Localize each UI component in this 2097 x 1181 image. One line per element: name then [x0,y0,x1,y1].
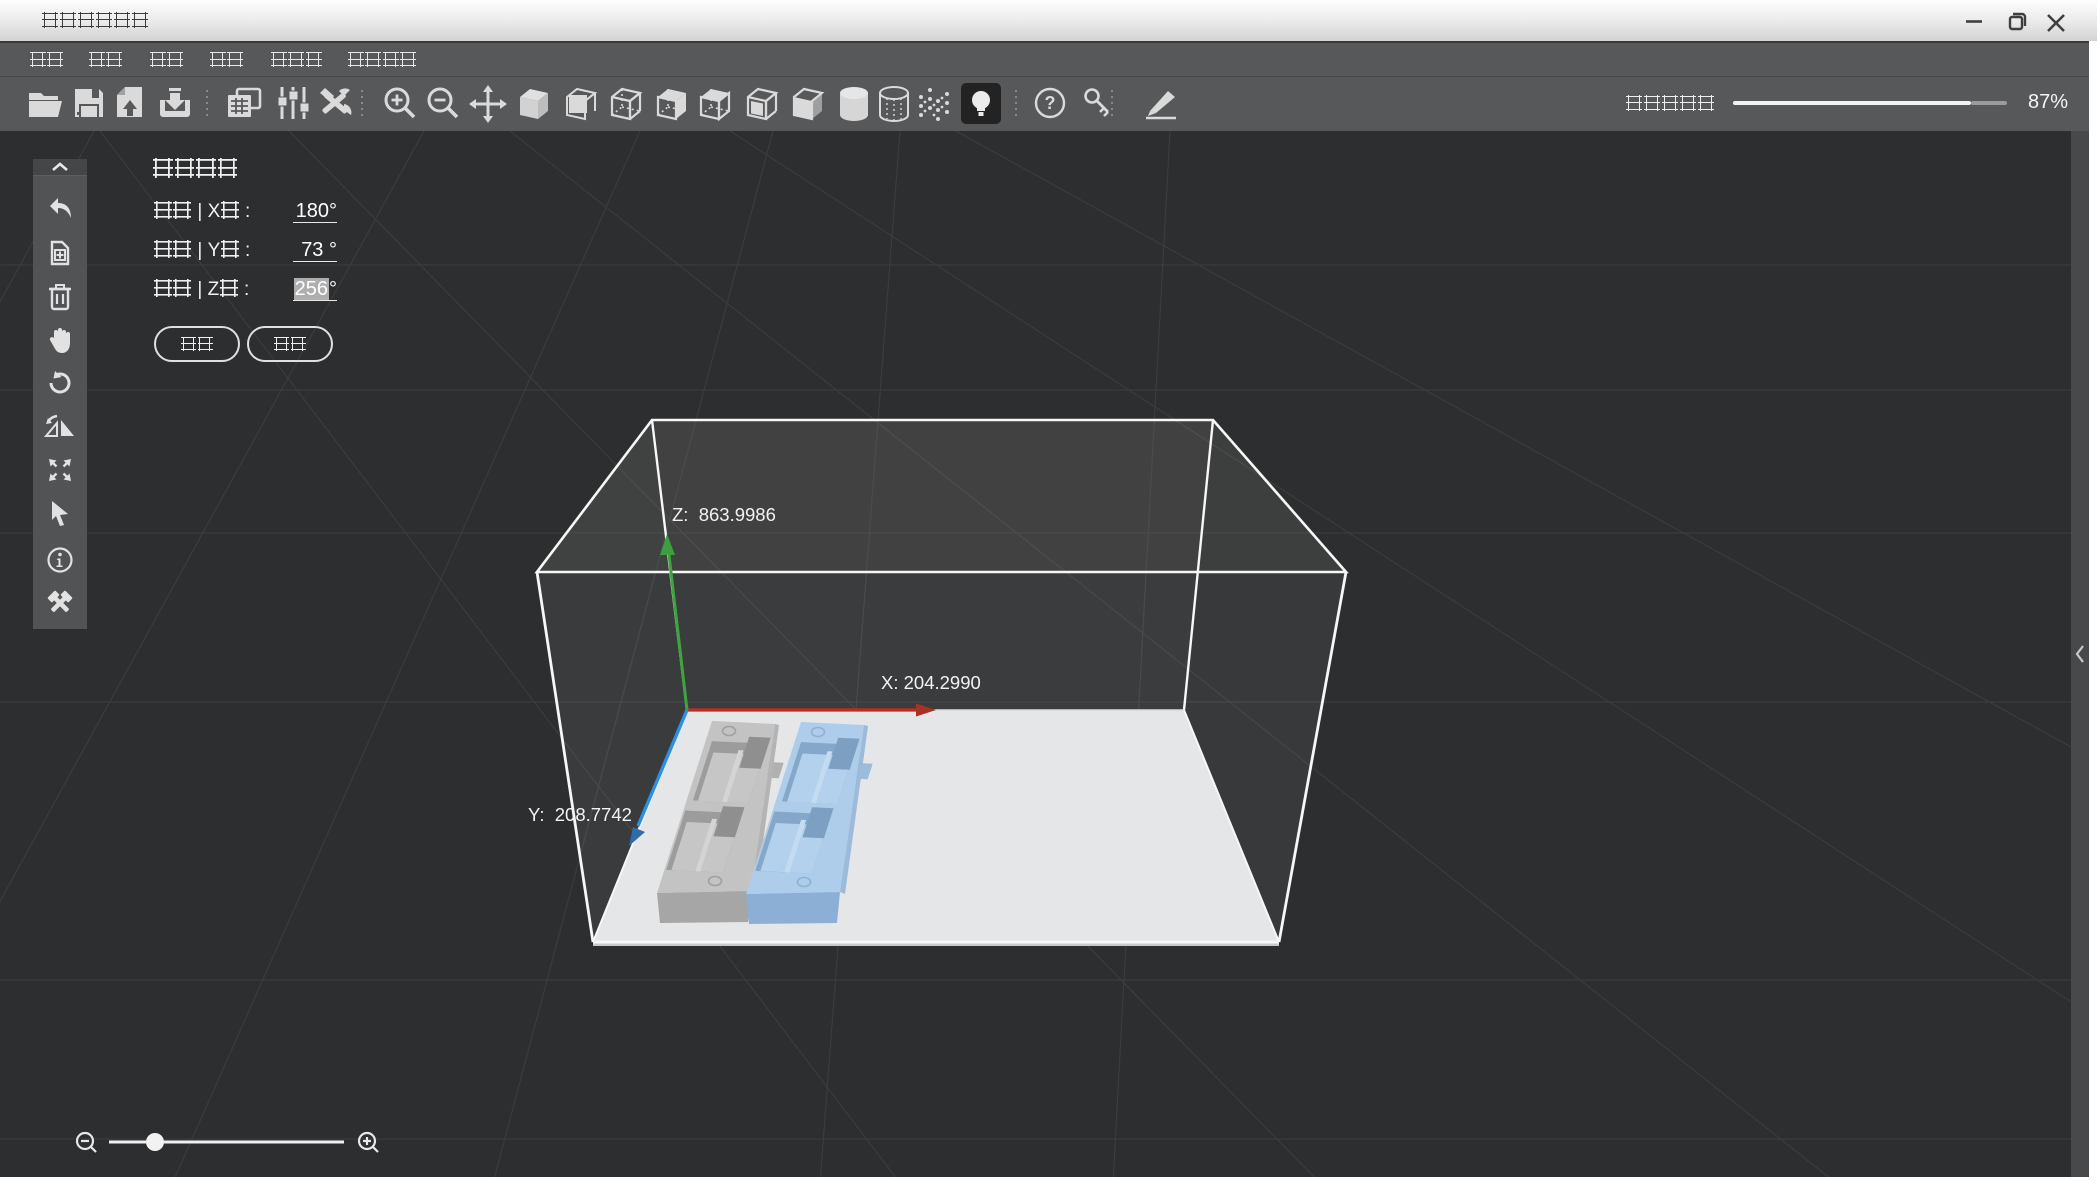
svg-text:?: ? [1045,93,1056,113]
